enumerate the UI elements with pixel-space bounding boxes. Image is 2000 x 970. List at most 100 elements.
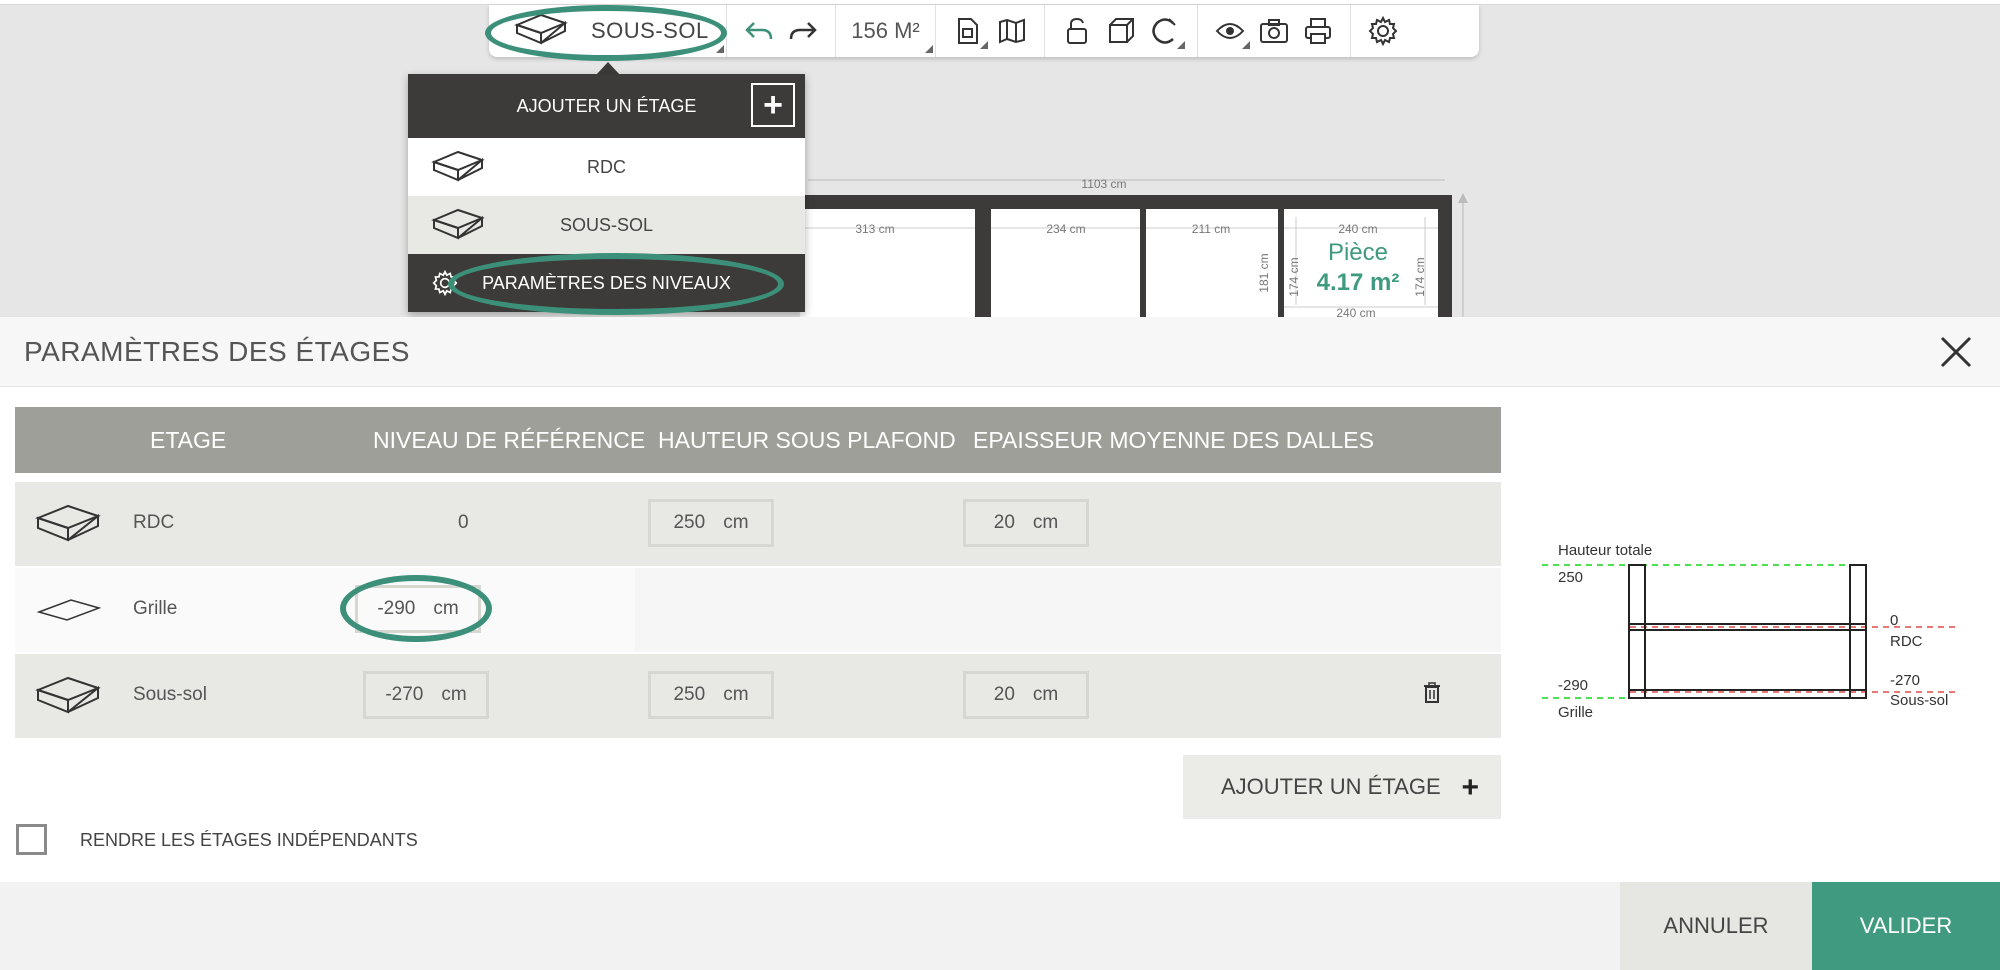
- floor-menu-add-label: AJOUTER UN ÉTAGE: [516, 95, 697, 116]
- trash-icon[interactable]: [1422, 682, 1442, 709]
- cube-3d-icon[interactable]: [1099, 9, 1143, 53]
- validate-button[interactable]: VALIDER: [1812, 882, 2000, 970]
- input-value: 20: [993, 684, 1015, 705]
- modal-header: PARAMÈTRES DES ÉTAGES: [0, 317, 2000, 387]
- floor-box-icon: [513, 11, 569, 52]
- reference-level-input[interactable]: -270 cm: [363, 671, 489, 719]
- view-tools-group: [1045, 5, 1198, 57]
- input-value: 250: [673, 512, 706, 533]
- history-group: [727, 5, 836, 57]
- unlock-icon[interactable]: [1055, 9, 1099, 53]
- column-header: ETAGE: [150, 426, 227, 453]
- undo-button[interactable]: [737, 9, 781, 53]
- floor-box-icon: [35, 502, 101, 549]
- cancel-button[interactable]: ANNULER: [1620, 882, 1812, 970]
- table-row: Sous-sol -270 cm 250 cm 20 cm: [15, 654, 1501, 738]
- add-floor-plus-button[interactable]: +: [751, 83, 795, 127]
- settings-group: [1351, 5, 1415, 57]
- validate-label: VALIDER: [1859, 913, 1953, 938]
- plan-dim-label: 174 cm: [1413, 257, 1427, 296]
- independent-floors-checkbox[interactable]: [16, 824, 47, 855]
- modal-footer: ANNULER VALIDER: [0, 882, 2000, 970]
- table-row: RDC 0 250 cm 20 cm: [15, 482, 1501, 566]
- eye-icon[interactable]: [1208, 9, 1252, 53]
- plan-dim-label: 174 cm: [1287, 257, 1301, 296]
- input-unit: cm: [433, 598, 459, 619]
- floor-box-icon: [430, 148, 486, 189]
- input-unit: cm: [1032, 684, 1059, 705]
- reference-level-value: 0: [458, 512, 469, 533]
- document-icon[interactable]: [946, 9, 990, 53]
- slab-thickness-input[interactable]: 20 cm: [963, 671, 1089, 719]
- input-value: 20: [993, 512, 1015, 533]
- floor-box-icon: [35, 674, 101, 721]
- plan-dim-total: 1103 cm: [1081, 177, 1126, 191]
- level-settings-button[interactable]: PARAMÈTRES DES NIVEAUX: [408, 254, 805, 312]
- column-header: NIVEAU DE RÉFÉRENCE: [373, 426, 646, 453]
- plan-dim-label: 240 cm: [1336, 306, 1375, 317]
- add-floor-label: AJOUTER UN ÉTAGE: [1221, 774, 1441, 799]
- gear-icon: [432, 269, 458, 301]
- area-display[interactable]: 156 M²: [836, 5, 936, 57]
- input-unit: cm: [723, 512, 749, 533]
- main-toolbar: SOUS-SOL 156 M²: [489, 5, 1479, 57]
- plan-dim-label: 181 cm: [1257, 253, 1271, 292]
- ceiling-height-input[interactable]: 250 cm: [648, 671, 774, 719]
- diagram-label: Grille: [1558, 704, 1593, 721]
- floors-table: ETAGE NIVEAU DE RÉFÉRENCE HAUTEUR SOUS P…: [15, 407, 1501, 738]
- independent-floors-label: RENDRE LES ÉTAGES INDÉPENDANTS: [80, 830, 418, 850]
- output-group: [1198, 5, 1351, 57]
- diagram-label: RDC: [1890, 633, 1923, 650]
- table-header: ETAGE NIVEAU DE RÉFÉRENCE HAUTEUR SOUS P…: [15, 407, 1501, 473]
- slab-thickness-input[interactable]: 20 cm: [963, 499, 1089, 547]
- floor-box-icon: [430, 206, 486, 247]
- plan-dim-label: 240 cm: [1338, 222, 1377, 236]
- room-name: Pièce: [1328, 239, 1388, 266]
- input-value: -290: [377, 598, 416, 619]
- grid-plane-icon: [35, 588, 102, 635]
- plan-dim-label: 234 cm: [1046, 222, 1085, 236]
- reference-level-input[interactable]: -290 cm: [355, 585, 481, 633]
- floor-menu-item-sous-sol[interactable]: SOUS-SOL: [408, 196, 805, 254]
- cancel-label: ANNULER: [1663, 913, 1769, 938]
- input-unit: cm: [723, 684, 749, 705]
- diagram-label: -270: [1890, 672, 1920, 689]
- room-area: 4.17 m²: [1317, 269, 1400, 296]
- floor-settings-modal: PARAMÈTRES DES ÉTAGES ETAGE NIVEAU DE RÉ…: [0, 317, 2000, 970]
- column-header: HAUTEUR SOUS PLAFOND: [658, 426, 956, 453]
- current-floor-label: SOUS-SOL: [591, 18, 709, 43]
- table-row: Grille -290 cm: [15, 568, 1501, 652]
- input-unit: cm: [1032, 512, 1059, 533]
- close-icon[interactable]: [1938, 334, 1974, 370]
- input-value: -270: [385, 684, 424, 705]
- area-value: 156 M²: [851, 18, 920, 43]
- diagram-label: 250: [1558, 569, 1583, 586]
- elevation-diagram: Hauteur totale 250 0 RDC -290 Grille -27…: [1542, 542, 1960, 721]
- document-group: [936, 5, 1045, 57]
- input-unit: cm: [441, 684, 467, 705]
- floor-name: Grille: [133, 598, 178, 619]
- plus-icon: +: [1461, 771, 1479, 804]
- ceiling-height-input[interactable]: 250 cm: [648, 499, 774, 547]
- column-header: EPAISSEUR MOYENNE DES DALLES: [973, 426, 1374, 453]
- diagram-label: 0: [1890, 612, 1898, 629]
- floor-selector[interactable]: SOUS-SOL: [489, 5, 727, 57]
- diagram-label: Hauteur totale: [1558, 542, 1652, 559]
- add-floor-button[interactable]: AJOUTER UN ÉTAGE +: [1183, 755, 1501, 819]
- floor-menu-item-rdc[interactable]: RDC: [408, 138, 805, 196]
- redo-button[interactable]: [781, 9, 825, 53]
- diagram-label: Sous-sol: [1890, 692, 1948, 709]
- floor-name: Sous-sol: [133, 684, 207, 705]
- print-icon[interactable]: [1296, 9, 1340, 53]
- map-icon[interactable]: [990, 9, 1034, 53]
- diagram-label: -290: [1558, 677, 1588, 694]
- plan-dim-label: 313 cm: [855, 222, 894, 236]
- floor-name: RDC: [133, 512, 175, 533]
- plan-dim-label: 211 cm: [1192, 222, 1230, 236]
- floor-dropdown-menu: AJOUTER UN ÉTAGE + RDC SOUS-SOL PARAMÈTR…: [408, 74, 805, 312]
- input-value: 250: [673, 684, 706, 705]
- gear-icon[interactable]: [1361, 9, 1405, 53]
- magnet-icon[interactable]: [1143, 9, 1187, 53]
- floor-menu-header: AJOUTER UN ÉTAGE +: [408, 74, 805, 138]
- camera-icon[interactable]: [1252, 9, 1296, 53]
